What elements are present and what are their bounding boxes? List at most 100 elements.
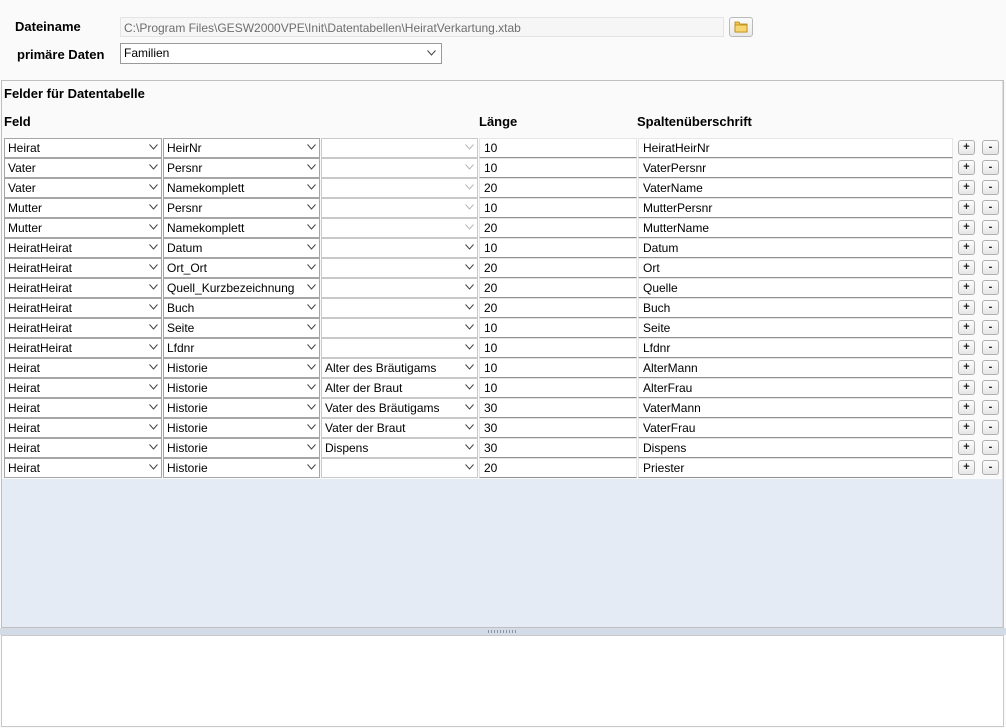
add-row-button[interactable]: + xyxy=(958,420,975,435)
field-table-select[interactable]: HeiratHeirat xyxy=(4,278,162,298)
column-heading-input[interactable]: Dispens xyxy=(638,438,953,458)
remove-row-button[interactable]: - xyxy=(982,260,999,275)
length-input[interactable]: 20 xyxy=(479,278,637,298)
remove-row-button[interactable]: - xyxy=(982,200,999,215)
length-input[interactable]: 10 xyxy=(479,238,637,258)
field-name-select[interactable]: Historie xyxy=(163,418,320,438)
field-sub-select[interactable] xyxy=(321,238,478,258)
field-sub-select[interactable] xyxy=(321,218,478,238)
field-sub-select[interactable] xyxy=(321,198,478,218)
field-table-select[interactable]: Mutter xyxy=(4,218,162,238)
remove-row-button[interactable]: - xyxy=(982,420,999,435)
field-name-select[interactable]: Historie xyxy=(163,378,320,398)
field-name-select[interactable]: Buch xyxy=(163,298,320,318)
add-row-button[interactable]: + xyxy=(958,280,975,295)
field-table-select[interactable]: HeiratHeirat xyxy=(4,318,162,338)
remove-row-button[interactable]: - xyxy=(982,460,999,475)
field-table-select[interactable]: HeiratHeirat xyxy=(4,258,162,278)
length-input[interactable]: 30 xyxy=(479,438,637,458)
field-sub-select[interactable]: Alter der Braut xyxy=(321,378,478,398)
remove-row-button[interactable]: - xyxy=(982,280,999,295)
remove-row-button[interactable]: - xyxy=(982,400,999,415)
add-row-button[interactable]: + xyxy=(958,240,975,255)
remove-row-button[interactable]: - xyxy=(982,320,999,335)
field-sub-select[interactable] xyxy=(321,458,478,478)
column-heading-input[interactable]: VaterMann xyxy=(638,398,953,418)
field-table-select[interactable]: HeiratHeirat xyxy=(4,338,162,358)
remove-row-button[interactable]: - xyxy=(982,440,999,455)
column-heading-input[interactable]: VaterName xyxy=(638,178,953,198)
field-table-select[interactable]: HeiratHeirat xyxy=(4,298,162,318)
filename-field[interactable]: C:\Program Files\GESW2000VPE\Init\Datent… xyxy=(120,17,724,37)
field-sub-select[interactable] xyxy=(321,298,478,318)
primary-data-select[interactable]: Familien xyxy=(120,43,442,64)
add-row-button[interactable]: + xyxy=(958,140,975,155)
field-table-select[interactable]: Mutter xyxy=(4,198,162,218)
length-input[interactable]: 10 xyxy=(479,138,637,158)
field-sub-select[interactable]: Dispens xyxy=(321,438,478,458)
remove-row-button[interactable]: - xyxy=(982,160,999,175)
field-table-select[interactable]: Heirat xyxy=(4,438,162,458)
add-row-button[interactable]: + xyxy=(958,440,975,455)
column-heading-input[interactable]: VaterFrau xyxy=(638,418,953,438)
add-row-button[interactable]: + xyxy=(958,340,975,355)
length-input[interactable]: 20 xyxy=(479,298,637,318)
field-sub-select[interactable] xyxy=(321,278,478,298)
length-input[interactable]: 20 xyxy=(479,258,637,278)
length-input[interactable]: 10 xyxy=(479,318,637,338)
field-table-select[interactable]: Heirat xyxy=(4,138,162,158)
length-input[interactable]: 20 xyxy=(479,458,637,478)
length-input[interactable]: 10 xyxy=(479,378,637,398)
field-sub-select[interactable] xyxy=(321,158,478,178)
column-heading-input[interactable]: HeiratHeirNr xyxy=(638,138,953,158)
column-heading-input[interactable]: Buch xyxy=(638,298,953,318)
field-name-select[interactable]: Namekomplett xyxy=(163,178,320,198)
field-name-select[interactable]: Lfdnr xyxy=(163,338,320,358)
add-row-button[interactable]: + xyxy=(958,260,975,275)
add-row-button[interactable]: + xyxy=(958,460,975,475)
field-table-select[interactable]: Heirat xyxy=(4,378,162,398)
remove-row-button[interactable]: - xyxy=(982,180,999,195)
column-heading-input[interactable]: Quelle xyxy=(638,278,953,298)
length-input[interactable]: 20 xyxy=(479,178,637,198)
add-row-button[interactable]: + xyxy=(958,320,975,335)
field-name-select[interactable]: Seite xyxy=(163,318,320,338)
field-name-select[interactable]: HeirNr xyxy=(163,138,320,158)
field-sub-select[interactable] xyxy=(321,178,478,198)
remove-row-button[interactable]: - xyxy=(982,380,999,395)
length-input[interactable]: 10 xyxy=(479,358,637,378)
remove-row-button[interactable]: - xyxy=(982,300,999,315)
length-input[interactable]: 30 xyxy=(479,398,637,418)
browse-folder-button[interactable] xyxy=(729,17,753,37)
length-input[interactable]: 30 xyxy=(479,418,637,438)
add-row-button[interactable]: + xyxy=(958,160,975,175)
length-input[interactable]: 10 xyxy=(479,158,637,178)
remove-row-button[interactable]: - xyxy=(982,360,999,375)
field-name-select[interactable]: Quell_Kurzbezeichnung xyxy=(163,278,320,298)
column-heading-input[interactable]: AlterMann xyxy=(638,358,953,378)
field-table-select[interactable]: Heirat xyxy=(4,398,162,418)
field-name-select[interactable]: Ort_Ort xyxy=(163,258,320,278)
add-row-button[interactable]: + xyxy=(958,400,975,415)
column-heading-input[interactable]: AlterFrau xyxy=(638,378,953,398)
field-name-select[interactable]: Historie xyxy=(163,458,320,478)
remove-row-button[interactable]: - xyxy=(982,140,999,155)
field-sub-select[interactable]: Vater der Braut xyxy=(321,418,478,438)
remove-row-button[interactable]: - xyxy=(982,220,999,235)
field-sub-select[interactable] xyxy=(321,338,478,358)
column-heading-input[interactable]: Datum xyxy=(638,238,953,258)
column-heading-input[interactable]: Lfdnr xyxy=(638,338,953,358)
field-table-select[interactable]: Vater xyxy=(4,158,162,178)
field-name-select[interactable]: Namekomplett xyxy=(163,218,320,238)
remove-row-button[interactable]: - xyxy=(982,340,999,355)
field-name-select[interactable]: Persnr xyxy=(163,158,320,178)
add-row-button[interactable]: + xyxy=(958,300,975,315)
add-row-button[interactable]: + xyxy=(958,360,975,375)
field-table-select[interactable]: Vater xyxy=(4,178,162,198)
field-table-select[interactable]: HeiratHeirat xyxy=(4,238,162,258)
splitter-handle[interactable] xyxy=(0,628,1006,635)
field-sub-select[interactable]: Alter des Bräutigams xyxy=(321,358,478,378)
field-name-select[interactable]: Datum xyxy=(163,238,320,258)
field-name-select[interactable]: Historie xyxy=(163,438,320,458)
field-name-select[interactable]: Historie xyxy=(163,358,320,378)
